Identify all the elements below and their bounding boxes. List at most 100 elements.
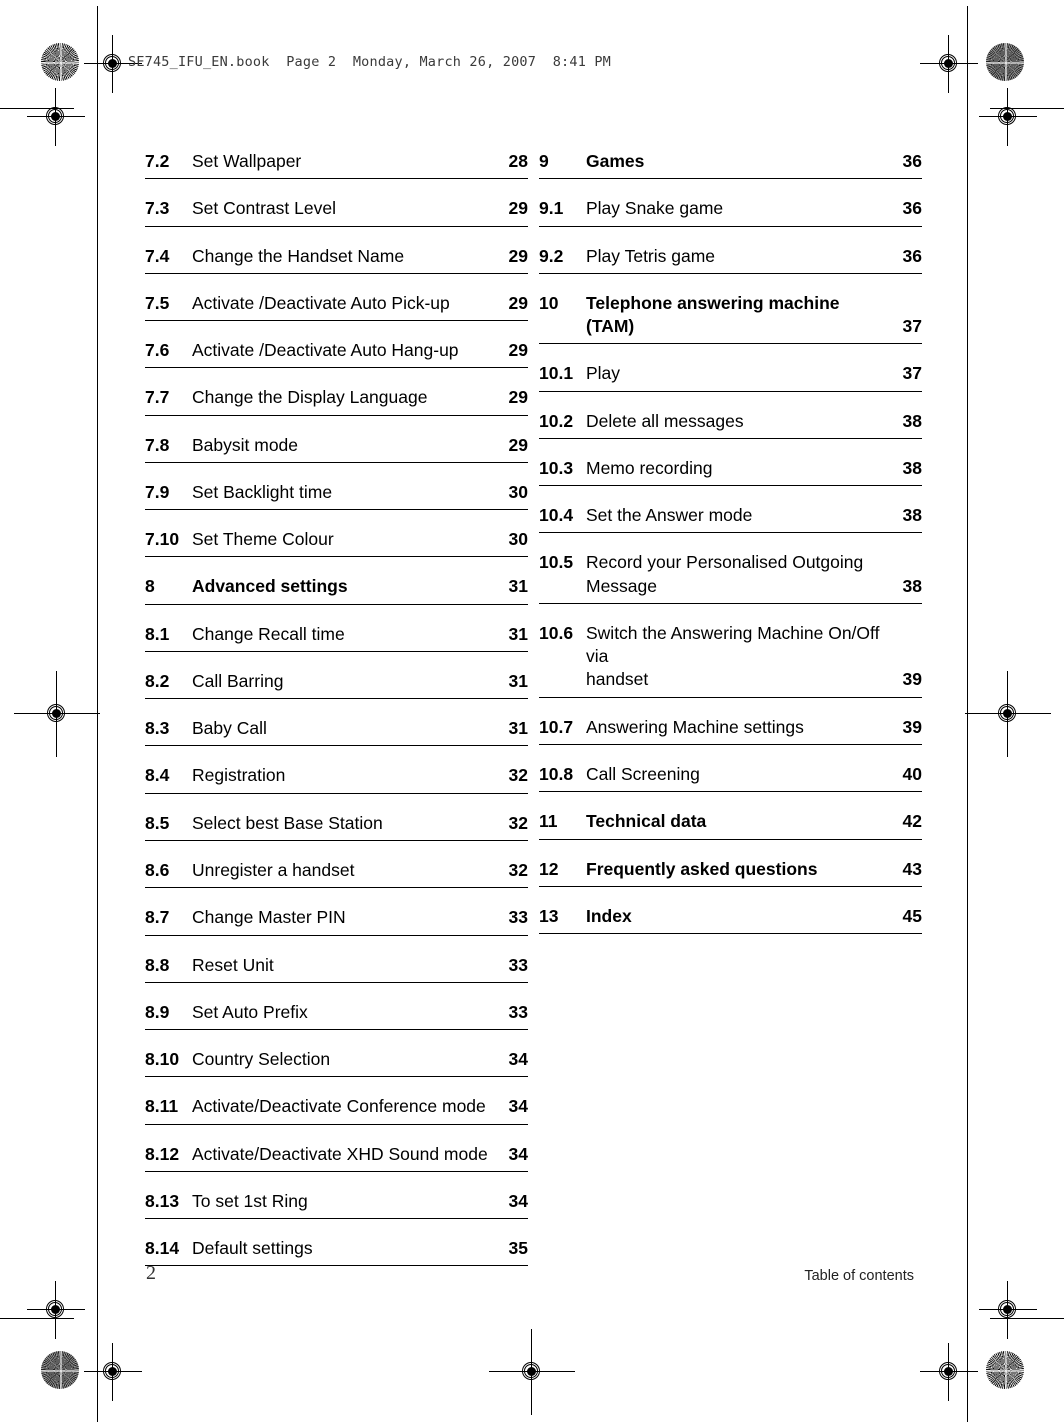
registration-target-icon — [489, 1329, 575, 1415]
toc-entry-title: Delete all messages — [586, 410, 744, 431]
registration-target-icon — [979, 1281, 1037, 1339]
toc-entry-title: Reset Unit — [192, 954, 274, 975]
toc-entry-page: 32 — [508, 812, 528, 833]
toc-entry-title: Technical data — [586, 811, 707, 832]
registration-target-icon — [920, 1343, 978, 1401]
toc-entry[interactable]: 10.8 Call Screening 40 — [539, 763, 922, 793]
toc-entry-title: Babysit mode — [192, 434, 299, 455]
toc-entry[interactable]: 8.8 Reset Unit 33 — [145, 954, 528, 983]
toc-entry[interactable]: 10.2 Delete all messages 38 — [539, 410, 922, 439]
toc-entry-number: 9.1 — [539, 198, 564, 219]
toc-entry[interactable]: 12 Frequently asked questions 43 — [539, 858, 922, 887]
toc-column-left: 7.2 Set Wallpaper 28 7.3 Set Contrast Level 2… — [145, 150, 528, 1267]
toc-entry-page: 38 — [902, 505, 922, 526]
toc-entry-number: 8.3 — [145, 718, 170, 739]
toc-entry[interactable]: 8.13 To set 1st Ring 34 — [145, 1190, 528, 1220]
toc-entry-number: 7.3 — [145, 198, 170, 219]
toc-entry[interactable]: 7.2 Set Wallpaper 28 — [145, 150, 528, 180]
toc-entry[interactable]: 7.3 Set Contrast Level 29 — [145, 197, 528, 227]
registration-target-icon — [84, 1343, 142, 1401]
registration-target-icon — [920, 35, 978, 93]
toc-entry[interactable]: 10.3 Memo recording 38 — [539, 457, 922, 487]
toc-entry-number: 10.4 — [539, 505, 574, 526]
toc-entry[interactable]: 10.5 Record your Personalised Outgoing Mes… — [539, 551, 922, 604]
toc-entry[interactable]: 7.10 Set Theme Colour 30 — [145, 528, 528, 558]
toc-entry[interactable]: 8.2 Call Barring 31 — [145, 670, 528, 700]
toc-entry-number: 11 — [539, 811, 558, 832]
toc-entry[interactable]: 8.11 Activate/Deactivate Conference mode 3… — [145, 1095, 528, 1125]
toc-entry[interactable]: 7.7 Change the Display Language 29 — [145, 386, 528, 416]
toc-entry[interactable]: 8.12 Activate/Deactivate XHD Sound mode 34 — [145, 1143, 528, 1172]
toc-entry-page: 31 — [508, 718, 528, 739]
toc-entry[interactable]: 8.9 Set Auto Prefix 33 — [145, 1001, 528, 1031]
toc-entry-number: 10.6 — [539, 622, 574, 643]
toc-entry-page: 37 — [902, 316, 922, 337]
toc-entry-title-continued: handset — [586, 669, 649, 690]
toc-entry-title: Set Backlight time — [192, 481, 333, 502]
toc-entry-number: 10 — [539, 292, 559, 313]
print-rosette-icon — [986, 43, 1024, 81]
toc-entry[interactable]: 10.6 Switch the Answering Machine On/Off … — [539, 622, 922, 698]
toc-entry-number: 8 — [145, 576, 155, 597]
toc-entry-title: Activate /Deactivate Auto Hang-up — [192, 340, 459, 361]
toc-entry-title: Default settings — [192, 1238, 313, 1259]
toc-entry-page: 30 — [508, 529, 528, 550]
toc-entry-number: 8.6 — [145, 859, 170, 880]
toc-entry-number: 8.5 — [145, 812, 170, 833]
toc-entry-number: 7.6 — [145, 340, 170, 361]
toc-entry[interactable]: 7.6 Activate /Deactivate Auto Hang-up 29 — [145, 339, 528, 369]
toc-entry-page: 43 — [902, 858, 922, 879]
toc-entry-title: Change Recall time — [192, 623, 345, 644]
toc-entry-title: Games — [586, 151, 645, 171]
toc-entry[interactable]: 11 Technical data 42 — [539, 810, 922, 840]
toc-entry[interactable]: 13 Index 45 — [539, 905, 922, 935]
toc-entry[interactable]: 8.6 Unregister a handset 32 — [145, 859, 528, 889]
toc-entry-number: 7.4 — [145, 245, 170, 266]
toc-entry[interactable]: 10.7 Answering Machine settings 39 — [539, 716, 922, 745]
toc-entry-number: 8.7 — [145, 907, 170, 928]
toc-entry-title: Registration — [192, 765, 286, 786]
crop-mark-right-vertical — [967, 6, 968, 1422]
toc-entry-number: 7.10 — [145, 529, 180, 550]
toc-entry-title-continued: Message — [586, 575, 658, 596]
toc-entry[interactable]: 7.4 Change the Handset Name 29 — [145, 245, 528, 274]
toc-entry[interactable]: 7.5 Activate /Deactivate Auto Pick-up 29 — [145, 292, 528, 322]
toc-entry-title: Activate /Deactivate Auto Pick-up — [192, 292, 450, 313]
toc-entry-page: 34 — [508, 1143, 528, 1164]
toc-entry[interactable]: 8 Advanced settings 31 — [145, 575, 528, 605]
toc-entry[interactable]: 8.4 Registration 32 — [145, 764, 528, 794]
toc-entry[interactable]: 9.2 Play Tetris game 36 — [539, 245, 922, 274]
toc-entry-title: Advanced settings — [192, 576, 348, 597]
toc-entry[interactable]: 7.8 Babysit mode 29 — [145, 434, 528, 463]
registration-target-icon — [27, 88, 85, 146]
toc-entry[interactable]: 8.1 Change Recall time 31 — [145, 623, 528, 652]
toc-entry[interactable]: 9 Games 36 — [539, 150, 922, 180]
toc-entry[interactable]: 8.14 Default settings 35 — [145, 1237, 528, 1267]
toc-entry-number: 8.13 — [145, 1190, 180, 1211]
toc-entry-page: 34 — [508, 1049, 528, 1070]
toc-entry-title: Change the Handset Name — [192, 245, 405, 266]
toc-entry[interactable]: 10.1 Play 37 — [539, 362, 922, 392]
toc-entry[interactable]: 10 Telephone answering machine (TAM) 37 — [539, 292, 922, 345]
print-rosette-icon — [41, 1351, 79, 1389]
toc-entry[interactable]: 9.1 Play Snake game 36 — [539, 197, 922, 227]
toc-entry-title: Answering Machine settings — [586, 716, 804, 737]
toc-entry[interactable]: 8.7 Change Master PIN 33 — [145, 906, 528, 936]
toc-entry-page: 34 — [508, 1190, 528, 1211]
toc-entry[interactable]: 8.5 Select best Base Station 32 — [145, 812, 528, 841]
print-rosette-icon — [986, 1351, 1024, 1389]
toc-entry[interactable]: 8.3 Baby Call 31 — [145, 717, 528, 747]
toc-entry-title: Call Screening — [586, 763, 700, 784]
toc-entry-number: 7.2 — [145, 151, 170, 171]
toc-entry-page: 29 — [508, 198, 528, 219]
toc-entry[interactable]: 8.10 Country Selection 34 — [145, 1048, 528, 1078]
toc-entry[interactable]: 7.9 Set Backlight time 30 — [145, 481, 528, 511]
toc-entry-number: 10.2 — [539, 410, 574, 431]
toc-entry-title: Index — [586, 905, 632, 926]
toc-entry-number: 8.14 — [145, 1238, 180, 1259]
toc-entry-title: Activate/Deactivate XHD Sound mode — [192, 1143, 488, 1164]
toc-entry-title: Country Selection — [192, 1049, 331, 1070]
toc-entry[interactable]: 10.4 Set the Answer mode 38 — [539, 504, 922, 534]
toc-entry-number: 8.9 — [145, 1001, 170, 1022]
toc-entry-title: Memo recording — [586, 457, 713, 478]
